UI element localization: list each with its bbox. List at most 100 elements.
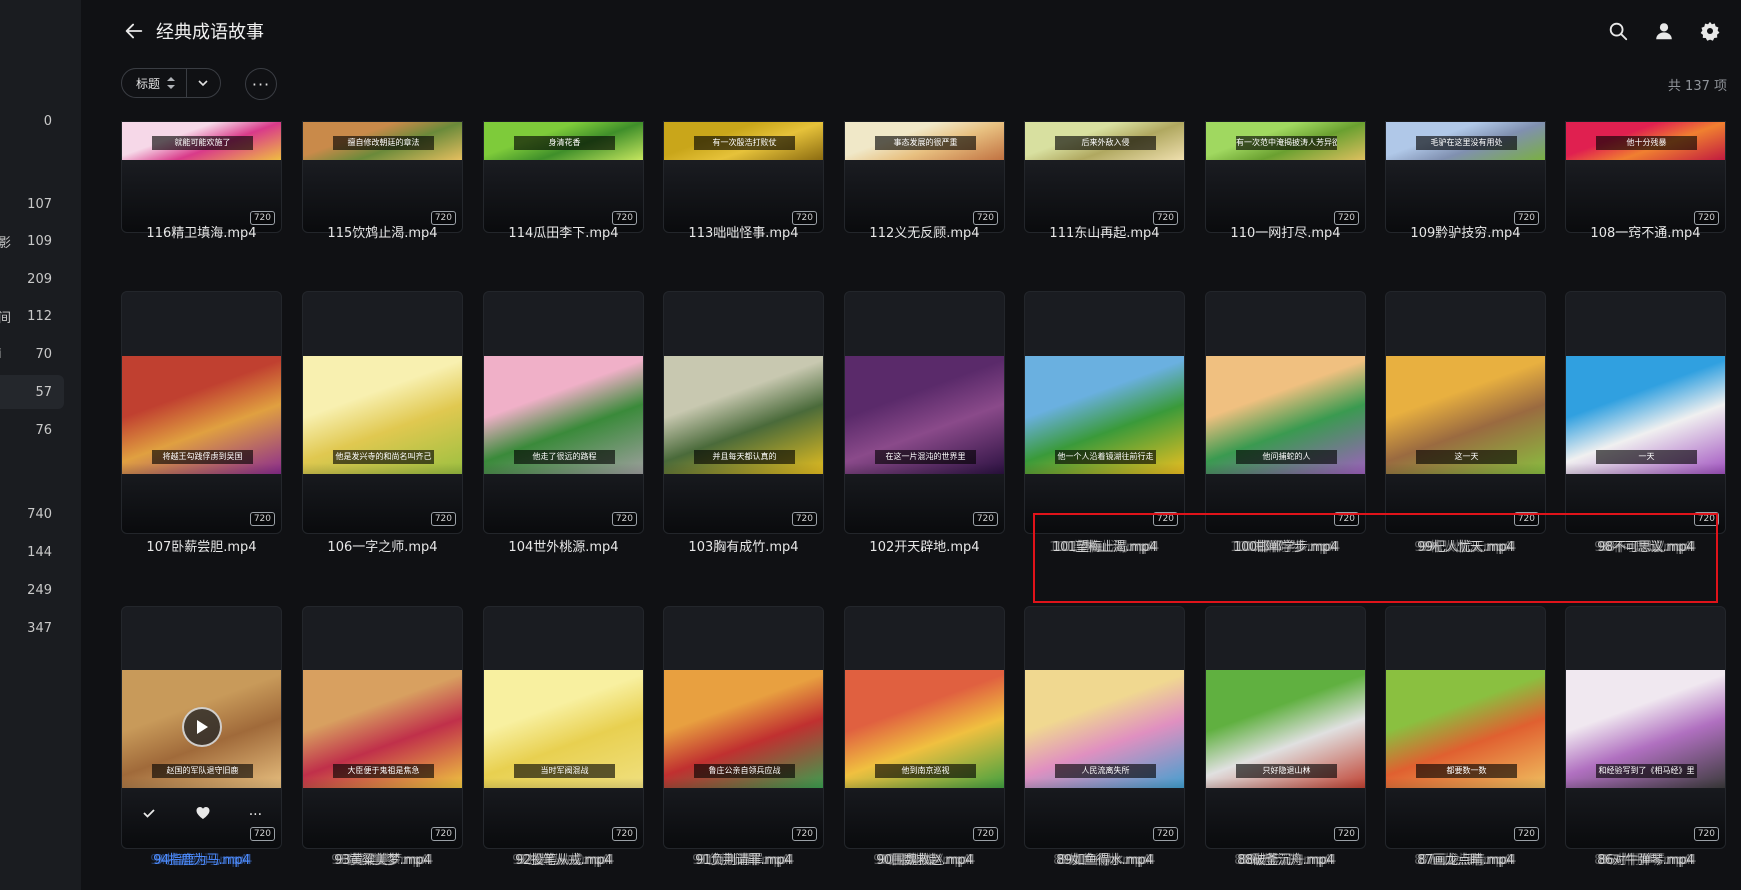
sidebar-item[interactable]: 347 [0, 611, 64, 645]
video-title[interactable]: 111东山再起.mp4 [1024, 222, 1185, 241]
video-thumbnail[interactable]: 有一次范中淹揭披涛人芳异欲 [1206, 122, 1365, 160]
video-card[interactable]: 身清花香 720 [483, 121, 644, 233]
video-title[interactable]: 92投笔从戎.mp4 [483, 849, 644, 868]
video-title[interactable]: 99杞人忧天.mp4 [1385, 536, 1546, 555]
video-card[interactable]: 他到南京巡视 720 [844, 606, 1005, 849]
video-card[interactable]: 大臣便于鬼祖是焦急 720 [302, 606, 463, 849]
video-title[interactable]: 86对牛弹琴.mp4 [1565, 849, 1726, 868]
back-arrow-icon[interactable] [123, 20, 145, 42]
video-thumbnail[interactable]: 和经验写到了《相马经》里 [1566, 670, 1725, 788]
video-title[interactable]: 110一网打尽.mp4 [1205, 222, 1366, 241]
sidebar-item[interactable]: 57 [0, 375, 64, 409]
video-card[interactable]: 他走了很远的路程 720 [483, 291, 644, 534]
video-title[interactable]: 112义无反顾.mp4 [844, 222, 1005, 241]
video-card[interactable]: 赵国的军队退守旧鹿 ··· 720 [121, 606, 282, 849]
video-thumbnail[interactable]: 他问捕蛇的人 [1206, 356, 1365, 474]
video-thumbnail[interactable]: 在这一片混沌的世界里 [845, 356, 1004, 474]
video-card[interactable]: 鲁庄公亲自领兵应战 720 [663, 606, 824, 849]
video-thumbnail[interactable]: 并且每天都认真的 [664, 356, 823, 474]
video-title[interactable]: 109黔驴技穷.mp4 [1385, 222, 1546, 241]
video-card[interactable]: 一天 720 [1565, 291, 1726, 534]
video-thumbnail[interactable]: 他一个人沿着镜湖往前行走 [1025, 356, 1184, 474]
video-card[interactable]: 擅自修改朝廷的章法 720 [302, 121, 463, 233]
video-card[interactable]: 他问捕蛇的人 720 [1205, 291, 1366, 534]
video-title[interactable]: 91负荆请罪.mp4 [663, 849, 824, 868]
video-title[interactable]: 88破釜沉舟.mp4 [1205, 849, 1366, 868]
video-thumbnail[interactable]: 这一天 [1386, 356, 1545, 474]
sidebar-item[interactable]: 740 [0, 497, 64, 531]
video-title[interactable]: 113咄咄怪事.mp4 [663, 222, 824, 241]
video-thumbnail[interactable]: 当时军阀混战 [484, 670, 643, 788]
sidebar-item[interactable]: 0 [0, 104, 64, 138]
user-icon[interactable] [1653, 20, 1675, 42]
sidebar-item[interactable]: 间 112 [0, 299, 64, 333]
video-card[interactable]: 毛驴在这里没有用处 720 [1385, 121, 1546, 233]
video-card[interactable]: 在这一片混沌的世界里 720 [844, 291, 1005, 534]
video-card[interactable]: 人民流离失所 720 [1024, 606, 1185, 849]
video-card[interactable]: 和经验写到了《相马经》里 720 [1565, 606, 1726, 849]
video-card[interactable]: 这一天 720 [1385, 291, 1546, 534]
video-card[interactable]: 当时军阀混战 720 [483, 606, 644, 849]
video-thumbnail[interactable]: 就能可能欢施了 [122, 122, 281, 160]
video-title[interactable]: 98不可思议.mp4 [1565, 536, 1726, 555]
video-thumbnail[interactable]: 有一次殷浩打败仗 [664, 122, 823, 160]
video-thumbnail[interactable]: 他十分残暴 [1566, 122, 1725, 160]
sidebar-item[interactable]: 影 109 [0, 224, 64, 258]
video-title[interactable]: 104世外桃源.mp4 [483, 536, 644, 555]
video-thumbnail[interactable]: 一天 [1566, 356, 1725, 474]
video-title[interactable]: 106一字之师.mp4 [302, 536, 463, 555]
more-icon[interactable]: ··· [249, 807, 262, 823]
video-thumbnail[interactable]: 他到南京巡视 [845, 670, 1004, 788]
video-thumbnail[interactable]: 毛驴在这里没有用处 [1386, 122, 1545, 160]
video-thumbnail[interactable]: 都要数一数 [1386, 670, 1545, 788]
video-card[interactable]: 事态发展的很严重 720 [844, 121, 1005, 233]
video-thumbnail[interactable]: 他走了很远的路程 [484, 356, 643, 474]
video-card[interactable]: 他十分残暴 720 [1565, 121, 1726, 233]
video-title[interactable]: 94指鹿为马.mp4 [121, 849, 282, 868]
play-button[interactable] [182, 707, 222, 747]
video-card[interactable]: 后来外敌入侵 720 [1024, 121, 1185, 233]
sidebar-item[interactable]: 209 [0, 262, 64, 296]
video-title[interactable]: 103胸有成竹.mp4 [663, 536, 824, 555]
sidebar-item[interactable]: i 70 [0, 337, 64, 371]
video-title[interactable]: 90围魏救赵.mp4 [844, 849, 1005, 868]
video-card[interactable]: 有一次范中淹揭披涛人芳异欲 720 [1205, 121, 1366, 233]
video-card[interactable]: 并且每天都认真的 720 [663, 291, 824, 534]
video-title[interactable]: 89如鱼得水.mp4 [1024, 849, 1185, 868]
video-card[interactable]: 都要数一数 720 [1385, 606, 1546, 849]
video-thumbnail[interactable]: 将越王勾践俘虏到吴国 [122, 356, 281, 474]
video-thumbnail[interactable]: 后来外敌入侵 [1025, 122, 1184, 160]
search-icon[interactable] [1607, 20, 1629, 42]
video-thumbnail[interactable]: 只好隐退山林 [1206, 670, 1365, 788]
video-card[interactable]: 只好隐退山林 720 [1205, 606, 1366, 849]
video-title[interactable]: 102开天辟地.mp4 [844, 536, 1005, 555]
video-title[interactable]: 107卧薪尝胆.mp4 [121, 536, 282, 555]
sidebar-item[interactable]: 107 [0, 187, 64, 221]
video-thumbnail[interactable]: 身清花香 [484, 122, 643, 160]
video-card[interactable]: 有一次殷浩打败仗 720 [663, 121, 824, 233]
video-card[interactable]: 他是发兴寺的和尚名叫齐己 720 [302, 291, 463, 534]
video-thumbnail[interactable]: 鲁庄公亲自领兵应战 [664, 670, 823, 788]
video-title[interactable]: 115饮鸩止渴.mp4 [302, 222, 463, 241]
video-title[interactable]: 108一窍不通.mp4 [1565, 222, 1726, 241]
chevron-down-icon[interactable] [197, 77, 209, 89]
heart-icon[interactable] [195, 805, 211, 825]
video-title[interactable]: 116精卫填海.mp4 [121, 222, 282, 241]
sidebar-item[interactable]: 76 [0, 413, 64, 447]
video-thumbnail[interactable]: 事态发展的很严重 [845, 122, 1004, 160]
video-thumbnail[interactable]: 擅自修改朝廷的章法 [303, 122, 462, 160]
video-title[interactable]: 100邯郸学步.mp4 [1205, 536, 1366, 555]
more-options-button[interactable]: ··· [245, 68, 277, 100]
video-thumbnail[interactable]: 人民流离失所 [1025, 670, 1184, 788]
video-title[interactable]: 87画龙点睛.mp4 [1385, 849, 1546, 868]
gear-icon[interactable] [1699, 20, 1721, 42]
video-card[interactable]: 将越王勾践俘虏到吴国 720 [121, 291, 282, 534]
video-thumbnail[interactable]: 大臣便于鬼祖是焦急 [303, 670, 462, 788]
sidebar-item[interactable]: 144 [0, 535, 64, 569]
sort-order-icon[interactable] [166, 76, 176, 90]
video-title[interactable]: 114瓜田李下.mp4 [483, 222, 644, 241]
video-title[interactable]: 93黄粱美梦.mp4 [302, 849, 463, 868]
sort-selector[interactable]: 标题 [121, 68, 221, 98]
check-icon[interactable] [141, 805, 157, 825]
video-card[interactable]: 他一个人沿着镜湖往前行走 720 [1024, 291, 1185, 534]
